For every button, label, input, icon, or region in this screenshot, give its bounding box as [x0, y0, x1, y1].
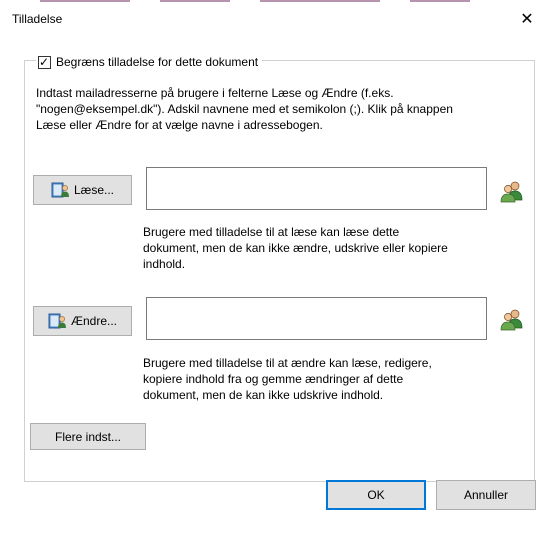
checkmark-icon: ✓: [39, 54, 50, 69]
title-bar: Tilladelse ✕: [0, 5, 549, 33]
close-icon: ✕: [520, 9, 534, 28]
address-book-icon: [48, 313, 66, 329]
dialog-title: Tilladelse: [12, 12, 63, 26]
restrict-checkbox[interactable]: ✓: [38, 54, 51, 69]
read-button-label: Læse...: [73, 183, 115, 197]
people-icon: [500, 309, 523, 331]
read-button[interactable]: Læse...: [33, 175, 132, 205]
address-book-icon: [51, 182, 69, 198]
permission-dialog: Tilladelse ✕ ✓ Begræns tilladelse for de…: [0, 5, 549, 535]
change-button-label: Ændre...: [70, 314, 118, 328]
people-icon: [500, 181, 523, 203]
read-description-line: Brugere med tilladelse til at læse kan l…: [143, 225, 400, 239]
change-description: Brugere med tilladelse til at ændre kan …: [143, 355, 432, 403]
ok-button[interactable]: OK: [326, 480, 426, 510]
read-description: Brugere med tilladelse til at læse kan l…: [143, 224, 448, 272]
change-description-line: kopiere indhold fra og gemme ændringer a…: [143, 372, 404, 386]
instructions-line: Læse eller Ændre for at vælge navne i ad…: [36, 118, 323, 132]
read-input[interactable]: [147, 168, 486, 209]
restrict-checkbox-row[interactable]: ✓ Begræns tilladelse for dette dokument: [36, 53, 263, 71]
read-description-line: dokument, men de kan ikke ændre, udskriv…: [143, 241, 448, 255]
instructions-line: Indtast mailadresserne på brugere i felt…: [36, 86, 394, 100]
change-field[interactable]: [146, 297, 487, 340]
restrict-checkbox-label[interactable]: Begræns tilladelse for dette dokument: [56, 55, 258, 69]
cancel-button[interactable]: Annuller: [436, 480, 536, 510]
read-description-line: indhold.: [143, 257, 186, 271]
change-description-line: Brugere med tilladelse til at ændre kan …: [143, 356, 432, 370]
instructions-text: Indtast mailadresserne på brugere i felt…: [36, 85, 536, 133]
read-address-book-button[interactable]: [499, 179, 525, 205]
change-button[interactable]: Ændre...: [33, 306, 132, 336]
change-description-line: dokument, men de kan ikke udskrive indho…: [143, 388, 384, 402]
instructions-line: "nogen@eksempel.dk"). Adskil navnene med…: [36, 102, 453, 116]
read-field[interactable]: [146, 167, 487, 210]
change-address-book-button[interactable]: [499, 307, 525, 333]
close-button[interactable]: ✕: [505, 5, 549, 33]
more-settings-button[interactable]: Flere indst...: [30, 423, 146, 450]
change-input[interactable]: [147, 298, 486, 339]
